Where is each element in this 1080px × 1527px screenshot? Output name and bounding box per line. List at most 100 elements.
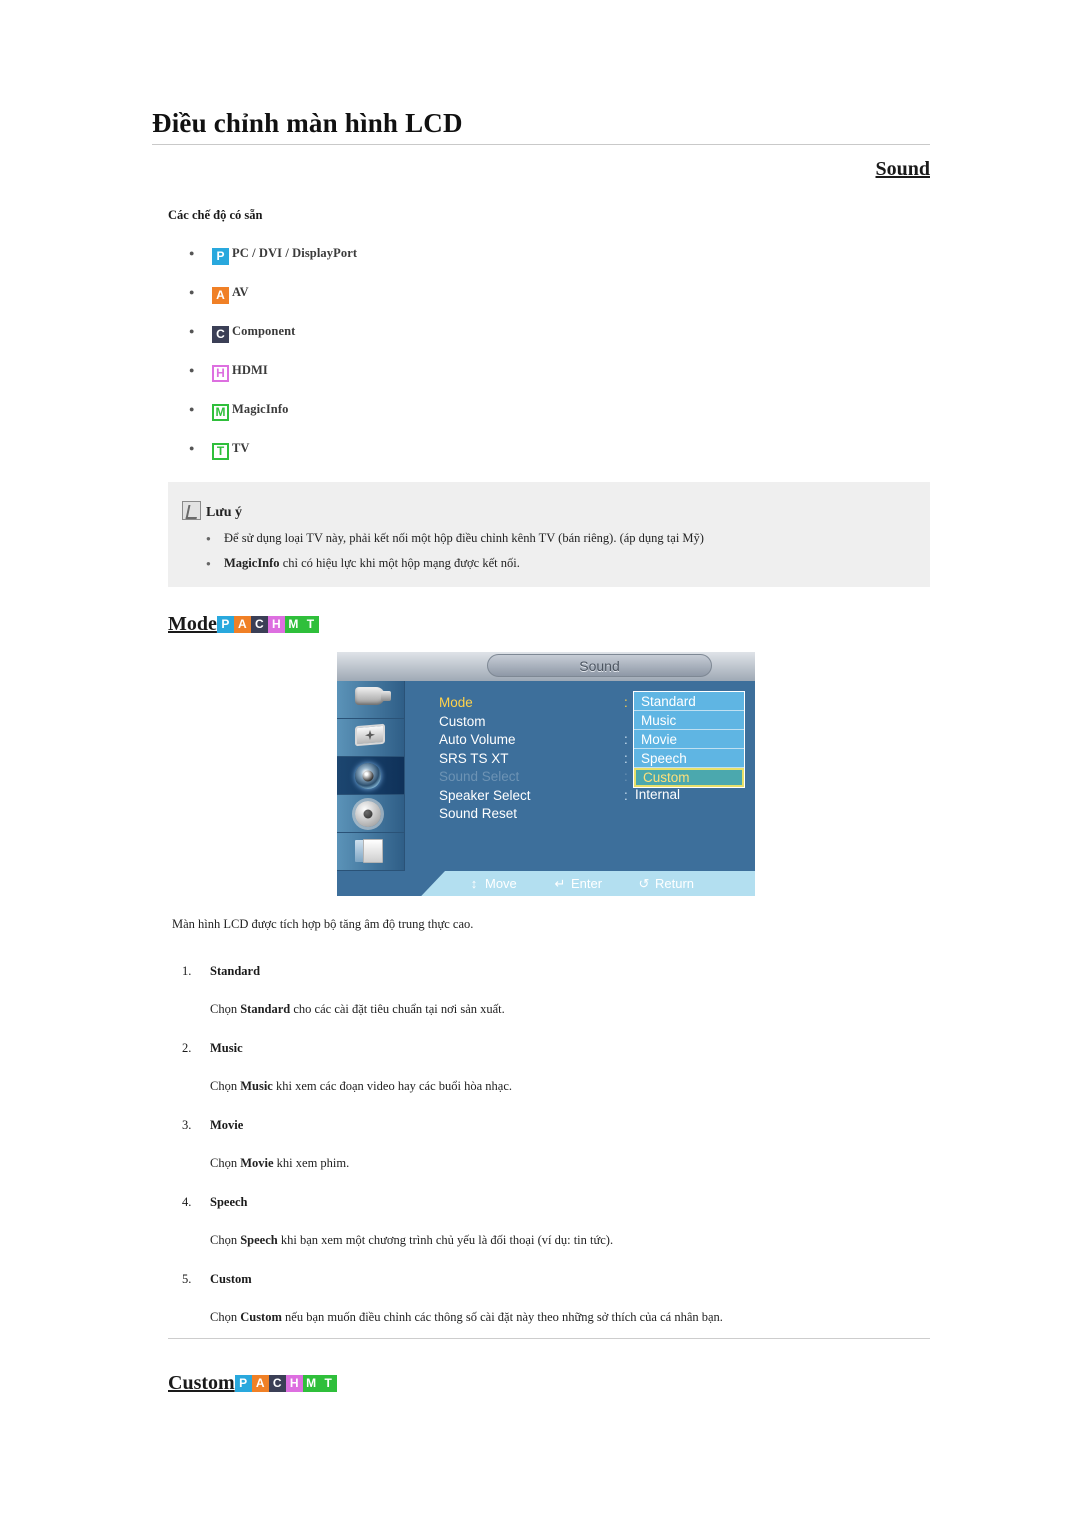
list-item-number: 4. <box>182 1195 192 1209</box>
note-rest-text: chỉ có hiệu lực khi một hộp mạng được kế… <box>279 556 520 570</box>
osd-menu-item-speaker-select[interactable]: Speaker Select <box>439 787 619 806</box>
list-item-title: Music <box>210 1041 243 1055</box>
badge-c-icon: C <box>268 1375 286 1392</box>
desc-pre: Chọn <box>210 1310 241 1324</box>
mode-label: PC / DVI / DisplayPort <box>232 246 358 260</box>
desc-bold: Music <box>240 1079 273 1093</box>
note-bold-term: MagicInfo <box>224 556 280 570</box>
list-item: 2. Music Chọn Music khi xem các đoạn vide… <box>172 1029 912 1106</box>
osd-bottom-bar: ↕ Move ↵ Enter ↺ Return <box>337 871 755 896</box>
osd-menu-item-custom[interactable]: Custom <box>439 713 619 732</box>
list-item: CComponent <box>186 318 686 357</box>
osd-screenshot: Sound Mode Custom Auto Volume SRS TS XT … <box>337 652 755 896</box>
list-item: 3. Movie Chọn Movie khi xem phim. <box>172 1106 912 1183</box>
osd-sidebar-item-picture[interactable] <box>337 719 404 757</box>
list-item-heading: 4. Speech <box>172 1183 912 1221</box>
list-item: Để sử dụng loại TV này, phải kết nối một… <box>204 526 914 551</box>
sound-mode-list: 1. Standard Chọn Standard cho các cài đặt… <box>172 952 912 1337</box>
osd-title-pill: Sound <box>487 654 712 677</box>
list-item-title: Speech <box>210 1195 248 1209</box>
list-item-number: 5. <box>182 1272 192 1286</box>
desc-pre: Chọn <box>210 1079 241 1093</box>
sound-section-anchor[interactable]: Sound <box>876 158 931 181</box>
osd-speaker-select-value: Internal <box>635 787 681 802</box>
list-item-description: Chọn Speech khi bạn xem một chương trình… <box>172 1221 912 1260</box>
list-item: AAV <box>186 279 686 318</box>
osd-hint-label: Enter <box>571 876 603 891</box>
section-heading-mode[interactable]: Mode P A C H M T <box>168 613 319 636</box>
list-item-title: Movie <box>210 1118 244 1132</box>
move-arrows-icon: ↕ <box>470 876 478 891</box>
osd-menu-item-sound-select: Sound Select <box>439 769 520 784</box>
badge-h-icon: H <box>212 365 229 382</box>
osd-mode-dropdown[interactable]: Standard Music Movie Speech Custom <box>633 691 745 788</box>
list-item-number: 2. <box>182 1041 192 1055</box>
osd-dropdown-option-standard[interactable]: Standard <box>634 692 744 711</box>
note-list: Để sử dụng loại TV này, phải kết nối một… <box>204 526 914 576</box>
badge-p-icon: P <box>216 616 234 633</box>
list-item-description: Chọn Music khi xem các đoạn video hay cá… <box>172 1067 912 1106</box>
available-modes-list: PPC / DVI / DisplayPort AAV CComponent H… <box>186 240 686 474</box>
osd-hint-label: Return <box>655 876 695 891</box>
osd-hint-label: Move <box>485 876 517 891</box>
list-item-number: 1. <box>182 964 192 978</box>
badge-h-icon: H <box>285 1375 303 1392</box>
mode-label: Component <box>232 324 296 338</box>
note-title: Lưu ý <box>206 505 243 520</box>
badge-c-icon: C <box>212 326 229 343</box>
osd-hint-move: ↕ Move <box>467 871 517 896</box>
badge-t-icon: T <box>319 1375 337 1392</box>
section-heading-label: Mode <box>168 613 217 635</box>
list-item-heading: 2. Music <box>172 1029 912 1067</box>
osd-title: Sound <box>579 658 620 674</box>
list-item: 1. Standard Chọn Standard cho các cài đặt… <box>172 952 912 1029</box>
section-divider <box>168 1338 930 1339</box>
list-item: PPC / DVI / DisplayPort <box>186 240 686 279</box>
osd-topbar: Sound <box>337 652 755 681</box>
desc-post: khi bạn xem một chương trình chủ yếu là … <box>277 1233 614 1247</box>
list-item-number: 3. <box>182 1118 192 1132</box>
osd-sidebar-item-input[interactable] <box>337 681 404 719</box>
list-item: HHDMI <box>186 357 686 396</box>
osd-dropdown-option-custom[interactable]: Custom <box>634 768 744 787</box>
mode-label: AV <box>232 285 249 299</box>
desc-post: khi xem phim. <box>273 1156 350 1170</box>
list-item: TTV <box>186 435 686 474</box>
osd-menu-item-mode[interactable]: Mode <box>439 694 619 713</box>
osd-menu-item-srs-ts-xt[interactable]: SRS TS XT <box>439 750 619 769</box>
osd-body: Mode Custom Auto Volume SRS TS XT Sound … <box>337 681 755 871</box>
desc-bold: Speech <box>240 1233 278 1247</box>
desc-pre: Chọn <box>210 1233 241 1247</box>
osd-colon: : <box>624 787 628 803</box>
desc-pre: Chọn <box>210 1156 241 1170</box>
list-item-heading: 3. Movie <box>172 1106 912 1144</box>
osd-menu-item-sound-reset[interactable]: Sound Reset <box>439 805 619 824</box>
badge-c-icon: C <box>250 616 268 633</box>
badge-m-icon: M <box>302 1375 320 1392</box>
setup-gear-icon <box>354 800 387 827</box>
note-pen-icon <box>182 501 201 520</box>
sound-speaker-icon <box>354 762 387 789</box>
badge-t-icon: T <box>301 616 319 633</box>
section-heading-custom[interactable]: Custom P A C H M T <box>168 1372 337 1395</box>
osd-menu-item-auto-volume[interactable]: Auto Volume <box>439 731 619 750</box>
mode-label: MagicInfo <box>232 402 289 416</box>
mode-label: HDMI <box>232 363 268 377</box>
list-item: 4. Speech Chọn Speech khi bạn xem một chư… <box>172 1183 912 1260</box>
badge-p-icon: P <box>234 1375 252 1392</box>
osd-dropdown-option-movie[interactable]: Movie <box>634 730 744 749</box>
osd-dropdown-option-speech[interactable]: Speech <box>634 749 744 768</box>
osd-colon <box>624 805 634 824</box>
osd-sidebar-item-sound[interactable] <box>337 757 404 795</box>
osd-sidebar-item-multi-control[interactable] <box>337 833 404 871</box>
list-item-title: Custom <box>210 1272 252 1286</box>
list-item-description: Chọn Movie khi xem phim. <box>172 1144 912 1183</box>
badge-a-icon: A <box>251 1375 269 1392</box>
osd-dropdown-option-music[interactable]: Music <box>634 711 744 730</box>
osd-hint-return: ↺ Return <box>637 871 694 896</box>
osd-sidebar-item-setup[interactable] <box>337 795 404 833</box>
intro-paragraph: Màn hình LCD được tích hợp bộ tăng âm độ… <box>172 917 474 931</box>
document-page: Điều chỉnh màn hình LCD Sound Các chế độ… <box>0 0 1080 1527</box>
list-item: 5. Custom Chọn Custom nếu bạn muốn điều c… <box>172 1260 912 1337</box>
desc-bold: Standard <box>240 1002 291 1016</box>
